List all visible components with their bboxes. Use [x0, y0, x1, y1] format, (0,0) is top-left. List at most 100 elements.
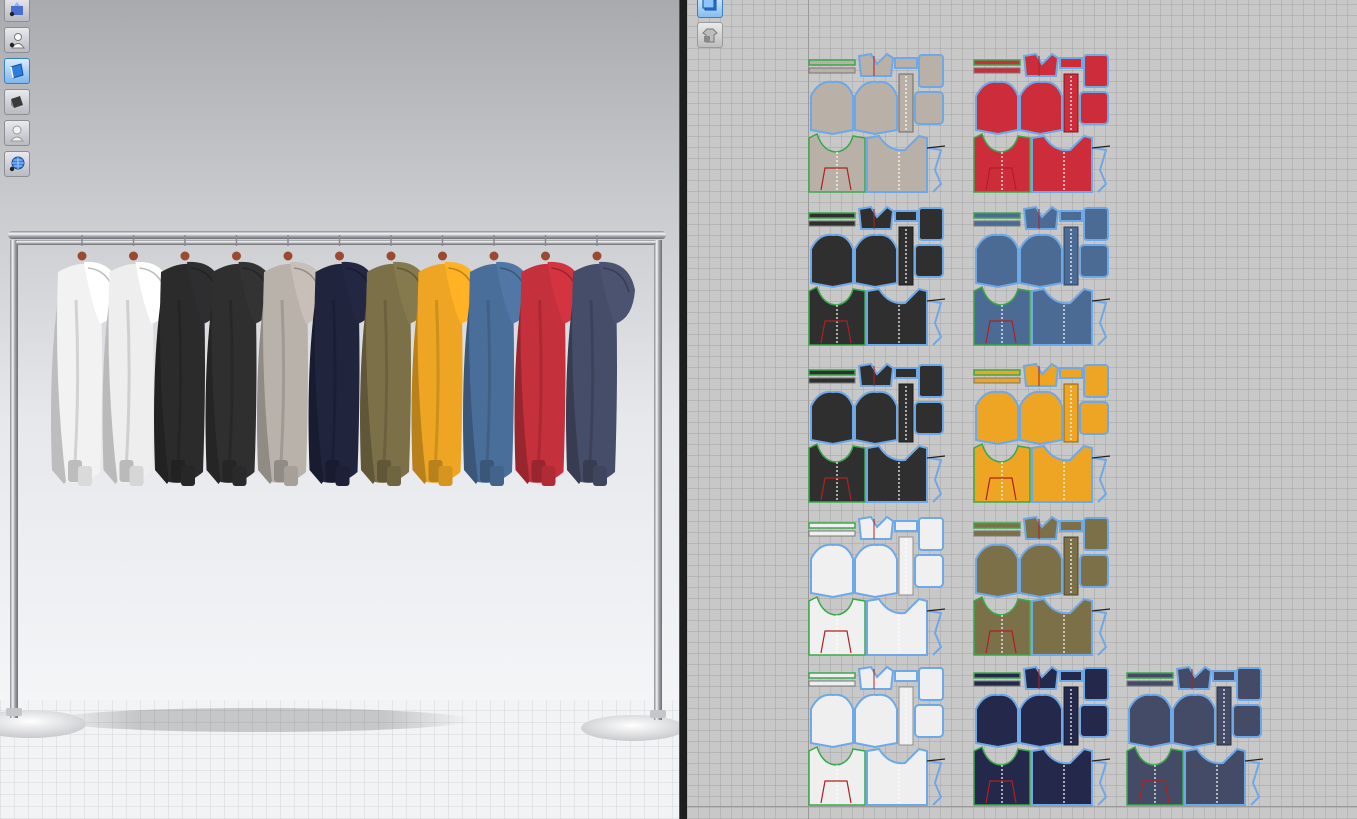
back-body-piece [1031, 287, 1093, 346]
pocket-piece [914, 704, 944, 738]
pattern-set[interactable] [973, 515, 1111, 656]
shaded-view-button[interactable] [4, 89, 30, 115]
hanger-knob [438, 251, 447, 261]
avatar-silhouette-button[interactable] [4, 120, 30, 146]
hem-band [387, 466, 401, 486]
hem-band [438, 466, 453, 486]
back-body-piece [866, 134, 928, 193]
garment-lock-button[interactable] [697, 22, 723, 48]
placket [1216, 686, 1232, 746]
rib-strip [808, 369, 856, 376]
back-body-piece [1184, 747, 1246, 806]
front-body-piece [808, 442, 866, 503]
pocket-piece [914, 401, 944, 435]
back-body-piece [866, 444, 928, 503]
hanger-knob [541, 251, 550, 261]
sleeve-piece [1019, 543, 1063, 599]
pattern-set[interactable] [973, 52, 1111, 193]
grain-line [1244, 758, 1264, 762]
garment-lock-icon [702, 28, 718, 43]
garment-display-button[interactable] [4, 58, 30, 84]
hood-piece [1022, 362, 1060, 387]
pattern-canvas [808, 52, 1264, 806]
pattern-set[interactable] [808, 665, 946, 806]
grain-line [1091, 608, 1111, 612]
grain-line [926, 758, 946, 762]
pattern-set[interactable] [808, 205, 946, 346]
pattern-set[interactable] [973, 665, 1111, 806]
cuff-piece [1059, 210, 1083, 222]
sleeve-piece [810, 390, 854, 446]
layout-select-button[interactable] [697, 0, 723, 18]
pocket-piece [918, 207, 944, 241]
avatar-display-button[interactable] [4, 27, 30, 53]
2d-pattern-window[interactable] [687, 0, 1357, 819]
hood-piece [857, 52, 895, 77]
hood-piece [1175, 665, 1213, 690]
hanger-knob [180, 251, 190, 261]
pattern-set[interactable] [1126, 665, 1264, 806]
sleeve-piece [810, 80, 854, 136]
front-body-piece [973, 745, 1031, 806]
hoodie-slate[interactable] [566, 235, 635, 486]
pattern-set[interactable] [973, 362, 1111, 503]
cuff-piece [894, 670, 918, 682]
drawstring-piece [928, 610, 943, 656]
placket [898, 536, 914, 596]
cuff-piece [1212, 670, 1236, 682]
sleeve-piece [1128, 693, 1172, 749]
grain-line [926, 455, 946, 459]
cuff-piece [1059, 367, 1083, 379]
drawstring-piece [928, 760, 943, 806]
texture-view-icon [9, 2, 23, 17]
hem-band [490, 466, 504, 486]
sleeve-piece [1019, 390, 1063, 446]
hood-piece [1022, 515, 1060, 540]
shaded-view-icon [11, 96, 23, 108]
sleeve-piece [975, 233, 1019, 289]
cuff-piece [1059, 670, 1083, 682]
rib-strip [808, 59, 856, 66]
pattern-set[interactable] [973, 205, 1111, 346]
pattern-set[interactable] [808, 362, 946, 503]
rib-strip [973, 522, 1021, 529]
texture-view-button[interactable] [4, 0, 30, 22]
rib-strip [1126, 672, 1174, 679]
sleeve-piece [975, 80, 1019, 136]
pocket-piece [1079, 91, 1109, 125]
back-body-piece [1031, 134, 1093, 193]
wireframe-globe-button[interactable] [4, 151, 30, 177]
rib-strip [808, 220, 856, 227]
sleeve-piece [975, 390, 1019, 446]
cuff-piece [894, 57, 918, 69]
rib-strip [973, 680, 1021, 687]
grain-line [926, 145, 946, 149]
pocket-piece [918, 667, 944, 701]
front-body-piece [973, 285, 1031, 346]
3d-viewport[interactable] [0, 0, 679, 819]
cuff-piece [894, 367, 918, 379]
rib-strip [808, 522, 856, 529]
rib-strip [973, 377, 1021, 384]
sleeve-piece [854, 693, 898, 749]
hanger-knob [232, 251, 241, 261]
rack-inner-bar [16, 240, 656, 245]
pattern-set[interactable] [808, 52, 946, 193]
rack-shadow [50, 708, 470, 732]
front-body-piece [808, 285, 866, 346]
hem-band [335, 466, 350, 486]
front-body-piece [808, 745, 866, 806]
drawstring-piece [1093, 457, 1108, 503]
hood-piece [857, 362, 895, 387]
placket [898, 383, 914, 443]
cuff-piece [1059, 57, 1083, 69]
sleeve-piece [810, 693, 854, 749]
placket [1063, 536, 1079, 596]
pattern-set[interactable] [808, 515, 946, 656]
hood-piece [1022, 52, 1060, 77]
front-body-piece [808, 595, 866, 656]
rack-foot-right [650, 710, 666, 718]
hanger-knob [129, 251, 138, 261]
rib-strip [973, 530, 1021, 537]
rib-strip [808, 530, 856, 537]
